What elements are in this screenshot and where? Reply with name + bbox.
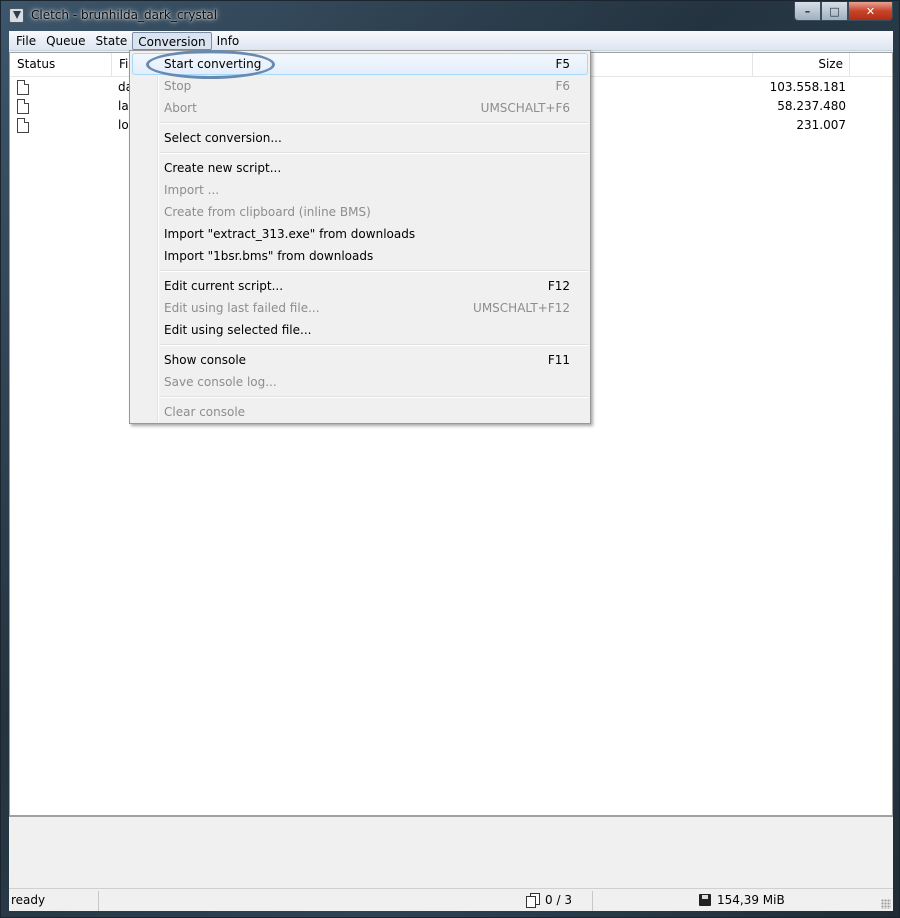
menu-item-label: Save console log... — [164, 375, 277, 389]
menu-separator — [160, 122, 588, 124]
conversion-menu: Start converting F5 Stop F6 Abort UMSCHA… — [129, 50, 591, 424]
menu-item-shortcut: F12 — [547, 279, 570, 293]
resize-grip[interactable] — [881, 899, 891, 909]
menu-item-label: Import "1bsr.bms" from downloads — [164, 249, 374, 263]
free-space: 154,39 MiB — [593, 891, 793, 911]
window-controls: – □ ✕ — [794, 2, 893, 21]
menu-item-label: Edit using selected file... — [164, 323, 312, 337]
menu-item-clear-console[interactable]: Clear console — [132, 401, 588, 423]
menu-item-edit-selected-file[interactable]: Edit using selected file... — [132, 319, 588, 341]
menu-item-label: Import "extract_313.exe" from downloads — [164, 227, 416, 241]
menu-item-label: Show console — [164, 353, 247, 367]
menu-separator — [160, 152, 588, 154]
menu-item-shortcut: F11 — [547, 353, 570, 367]
menu-item-abort[interactable]: Abort UMSCHALT+F6 — [132, 97, 588, 119]
column-header-size[interactable]: Size — [752, 53, 850, 76]
menu-item-label: Edit using last failed file... — [164, 301, 320, 315]
menu-queue[interactable]: Queue — [41, 32, 90, 50]
file-size: 58.237.480 — [777, 99, 846, 113]
file-icon — [17, 99, 29, 114]
menu-item-label: Select conversion... — [164, 131, 282, 145]
menu-file[interactable]: File — [11, 32, 41, 50]
copy-icon — [526, 893, 541, 908]
menu-item-save-console-log[interactable]: Save console log... — [132, 371, 588, 393]
menu-item-import[interactable]: Import ... — [132, 179, 588, 201]
menu-bar: File Queue State Conversion Info — [9, 31, 893, 51]
app-icon[interactable] — [9, 8, 24, 23]
menu-separator — [160, 396, 588, 398]
menu-item-show-console[interactable]: Show console F11 — [132, 349, 588, 371]
column-header-status[interactable]: Status — [10, 53, 112, 76]
file-size: 103.558.181 — [769, 80, 846, 94]
minimize-button[interactable]: – — [794, 2, 821, 21]
maximize-button[interactable]: □ — [821, 2, 848, 21]
menu-item-shortcut: UMSCHALT+F12 — [473, 301, 570, 315]
menu-item-edit-current-script[interactable]: Edit current script... F12 — [132, 275, 588, 297]
menu-item-label: Create new script... — [164, 161, 282, 175]
console-panel — [9, 816, 893, 888]
menu-item-edit-last-failed[interactable]: Edit using last failed file... UMSCHALT+… — [132, 297, 588, 319]
file-icon — [17, 118, 29, 133]
menu-info[interactable]: Info — [212, 32, 245, 50]
menu-conversion[interactable]: Conversion — [132, 31, 212, 50]
file-size: 231.007 — [796, 118, 846, 132]
menu-separator — [160, 344, 588, 346]
menu-item-shortcut: F5 — [555, 57, 570, 71]
queue-count-value: 0 / 3 — [545, 893, 572, 907]
status-bar: ready 0 / 3 154,39 MiB — [9, 888, 893, 911]
status-text: ready — [11, 891, 99, 911]
disk-icon — [699, 894, 711, 906]
menu-separator — [160, 270, 588, 272]
queue-count: 0 / 3 — [99, 891, 593, 911]
close-button[interactable]: ✕ — [848, 2, 893, 21]
window-title: Cletch - brunhilda_dark_crystal — [31, 8, 218, 22]
menu-item-label: Import ... — [164, 183, 220, 197]
menu-item-label: Edit current script... — [164, 279, 284, 293]
menu-item-import-extract[interactable]: Import "extract_313.exe" from downloads — [132, 223, 588, 245]
menu-item-label: Stop — [164, 79, 192, 93]
menu-item-create-new-script[interactable]: Create new script... — [132, 157, 588, 179]
menu-item-label: Clear console — [164, 405, 246, 419]
menu-state[interactable]: State — [91, 32, 133, 50]
menu-item-shortcut: UMSCHALT+F6 — [480, 101, 570, 115]
free-space-value: 154,39 MiB — [717, 893, 785, 907]
menu-item-create-from-clipboard[interactable]: Create from clipboard (inline BMS) — [132, 201, 588, 223]
menu-item-select-conversion[interactable]: Select conversion... — [132, 127, 588, 149]
highlight-ellipse — [146, 50, 275, 79]
menu-item-label: Create from clipboard (inline BMS) — [164, 205, 371, 219]
menu-item-shortcut: F6 — [555, 79, 570, 93]
title-bar[interactable]: Cletch - brunhilda_dark_crystal – □ ✕ — [1, 1, 899, 31]
menu-item-label: Abort — [164, 101, 197, 115]
menu-item-import-1bsr[interactable]: Import "1bsr.bms" from downloads — [132, 245, 588, 267]
file-icon — [17, 80, 29, 95]
